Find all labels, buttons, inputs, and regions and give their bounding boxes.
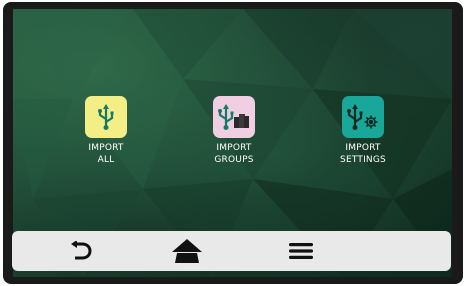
usb-groups-icon — [218, 104, 249, 130]
hamburger-menu-icon — [289, 243, 313, 259]
back-arrow-icon — [71, 241, 92, 260]
import-all-button[interactable] — [85, 96, 127, 138]
usb-settings-icon — [347, 104, 378, 130]
import-settings-tile[interactable]: IMPORT SETTINGS — [335, 96, 391, 166]
folders-icon — [234, 114, 249, 128]
back-button[interactable] — [64, 237, 98, 265]
import-settings-label: IMPORT SETTINGS — [340, 143, 386, 165]
import-groups-tile[interactable]: IMPORT GROUPS — [206, 96, 262, 166]
usb-icon — [98, 104, 114, 130]
import-all-tile[interactable]: IMPORT ALL — [78, 96, 134, 166]
menu-button[interactable] — [284, 237, 318, 265]
import-settings-button[interactable] — [342, 96, 384, 138]
home-button[interactable] — [170, 237, 204, 265]
home-icon — [172, 239, 202, 263]
bottom-nav-bar — [12, 231, 451, 271]
import-groups-button[interactable] — [213, 96, 255, 138]
gear-icon — [364, 115, 378, 129]
import-all-label: IMPORT ALL — [88, 143, 124, 165]
import-groups-label: IMPORT GROUPS — [214, 143, 254, 165]
